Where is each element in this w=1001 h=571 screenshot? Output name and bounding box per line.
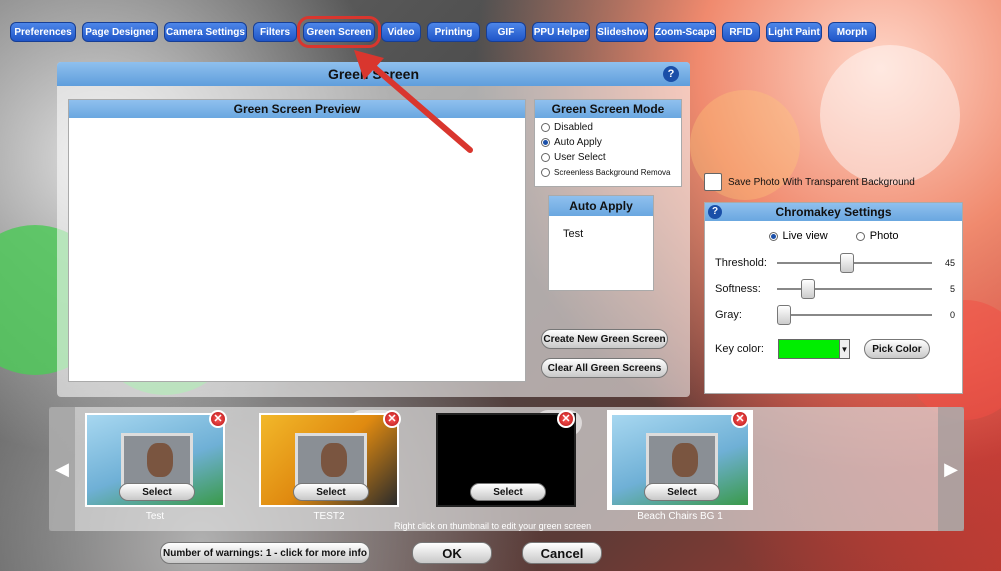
tab-rfid[interactable]: RFID	[722, 22, 760, 42]
save-transparent-checkbox[interactable]	[704, 173, 722, 191]
mode-option-auto-apply[interactable]: Auto Apply	[535, 135, 681, 150]
threshold-slider-thumb[interactable]	[840, 253, 854, 273]
save-transparent-label: Save Photo With Transparent Background	[728, 176, 915, 188]
thumbnail-person	[321, 443, 347, 477]
mode-title: Green Screen Mode	[535, 100, 681, 118]
green-screen-panel: Green Screen ? Green Screen Preview Gree…	[57, 62, 690, 397]
softness-row: Softness: 5	[715, 279, 955, 299]
tab-gif[interactable]: GIF	[486, 22, 526, 42]
radio-button[interactable]	[541, 168, 550, 177]
mode-option-disabled[interactable]: Disabled	[535, 120, 681, 135]
tab-video[interactable]: Video	[381, 22, 421, 42]
thumbnail-name: TEST2	[313, 511, 345, 522]
thumbnail-select-button[interactable]: Select	[293, 483, 369, 501]
radio-button[interactable]	[855, 231, 865, 241]
green-screen-thumbnail-strip: ◀ ▶ oto nin Select ✕ Test Select ✕ TEST2…	[49, 407, 964, 531]
threshold-value: 45	[944, 258, 955, 268]
tab-slideshow[interactable]: Slideshow	[596, 22, 648, 42]
softness-slider[interactable]	[777, 279, 932, 299]
settings-tab-bar: Preferences Page Designer Camera Setting…	[10, 16, 876, 48]
clear-green-screens-button[interactable]: Clear All Green Screens	[541, 358, 668, 378]
key-color-swatch[interactable]	[777, 339, 840, 359]
thumbnail-person	[147, 443, 173, 477]
thumbnail-card[interactable]: Select	[436, 413, 576, 507]
gray-slider[interactable]	[777, 305, 932, 325]
live-view-label: Live view	[782, 230, 828, 242]
radio-button[interactable]	[541, 123, 550, 132]
tab-ppu-helper[interactable]: PPU Helper	[532, 22, 590, 42]
thumbnail-hint: Right click on thumbnail to edit your gr…	[394, 521, 592, 531]
ok-button[interactable]: OK	[412, 542, 492, 564]
chevron-down-icon[interactable]: ▼	[839, 339, 850, 359]
thumbnail-card[interactable]: Select	[85, 413, 225, 507]
auto-apply-title: Auto Apply	[549, 196, 653, 216]
cancel-button[interactable]: Cancel	[522, 542, 602, 564]
tab-morph[interactable]: Morph	[828, 22, 876, 42]
tab-preferences[interactable]: Preferences	[10, 22, 76, 42]
thumbnail-select-button[interactable]: Select	[470, 483, 546, 501]
create-green-screen-button[interactable]: Create New Green Screen	[541, 329, 668, 349]
radio-button[interactable]	[541, 153, 550, 162]
delete-thumbnail-icon[interactable]: ✕	[731, 410, 749, 428]
radio-button-selected[interactable]	[768, 231, 778, 241]
bokeh-light	[820, 45, 960, 185]
softness-slider-thumb[interactable]	[801, 279, 815, 299]
thumbnail-select-button[interactable]: Select	[119, 483, 195, 501]
tab-page-designer[interactable]: Page Designer	[82, 22, 158, 42]
threshold-label: Threshold:	[715, 257, 767, 269]
delete-thumbnail-icon[interactable]: ✕	[383, 410, 401, 428]
auto-apply-value[interactable]: Test	[549, 216, 653, 240]
thumbnail-select-button[interactable]: Select	[644, 483, 720, 501]
thumbnail-card[interactable]: Select	[259, 413, 399, 507]
tab-camera-settings[interactable]: Camera Settings	[164, 22, 247, 42]
mode-option-label: Disabled	[554, 122, 593, 133]
delete-thumbnail-icon[interactable]: ✕	[557, 410, 575, 428]
pick-color-button[interactable]: Pick Color	[863, 339, 930, 359]
gray-slider-thumb[interactable]	[777, 305, 791, 325]
tab-green-screen[interactable]: Green Screen	[297, 16, 381, 48]
tab-filters[interactable]: Filters	[253, 22, 297, 42]
tab-zoom-scape[interactable]: Zoom-Scape	[654, 22, 716, 42]
key-color-row: Key color: ▼ Pick Color	[715, 339, 930, 359]
save-transparent-option[interactable]: Save Photo With Transparent Background	[704, 173, 915, 191]
live-view-option[interactable]: Live view	[768, 230, 828, 242]
radio-button-selected[interactable]	[541, 138, 550, 147]
green-screen-mode-box: Green Screen Mode Disabled Auto Apply Us…	[534, 99, 682, 187]
softness-value: 5	[949, 284, 955, 294]
tab-printing[interactable]: Printing	[427, 22, 480, 42]
panel-title: Green Screen	[57, 62, 690, 86]
mode-option-label: User Select	[554, 152, 606, 163]
threshold-slider[interactable]	[777, 253, 932, 273]
delete-thumbnail-icon[interactable]: ✕	[209, 410, 227, 428]
photo-view-label: Photo	[869, 230, 899, 242]
tab-light-paint[interactable]: Light Paint	[766, 22, 822, 42]
gray-value: 0	[949, 310, 955, 320]
thumbnail-person	[672, 443, 698, 477]
scroll-right-icon[interactable]: ▶	[938, 407, 964, 531]
threshold-row: Threshold: 45	[715, 253, 955, 273]
preview-title: Green Screen Preview	[69, 100, 525, 118]
mode-option-label: Auto Apply	[554, 137, 602, 148]
green-screen-preview: Green Screen Preview	[68, 99, 526, 382]
chromakey-title: Chromakey Settings	[705, 203, 962, 221]
gray-row: Gray: 0	[715, 305, 955, 325]
photo-view-option[interactable]: Photo	[855, 230, 899, 242]
mode-option-user-select[interactable]: User Select	[535, 150, 681, 165]
softness-label: Softness:	[715, 283, 761, 295]
thumbnail-card-selected[interactable]: Select	[610, 413, 750, 507]
question-icon[interactable]: ?	[663, 66, 679, 82]
key-color-label: Key color:	[715, 343, 764, 355]
warnings-button[interactable]: Number of warnings: 1 - click for more i…	[160, 542, 370, 564]
question-icon[interactable]: ?	[708, 205, 722, 219]
auto-apply-box: Auto Apply Test	[548, 195, 654, 291]
view-mode-group: Live view Photo	[705, 230, 962, 242]
chromakey-settings-panel: Chromakey Settings ? Live view Photo Thr…	[704, 202, 963, 394]
mode-option-label: Screenless Background Remova	[554, 168, 671, 177]
mode-option-screenless[interactable]: Screenless Background Remova	[535, 165, 681, 180]
thumbnail-name: Test	[145, 511, 165, 522]
thumbnail-name: Beach Chairs BG 1	[637, 511, 723, 522]
scroll-left-icon[interactable]: ◀	[49, 407, 75, 531]
gray-label: Gray:	[715, 309, 742, 321]
